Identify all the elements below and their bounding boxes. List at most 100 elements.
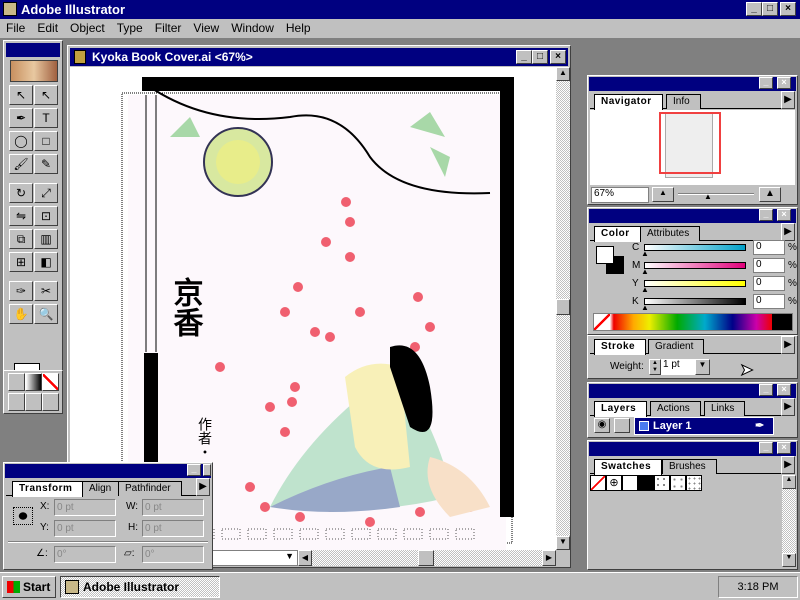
channel-value[interactable]: 0 bbox=[753, 276, 785, 291]
layer-row[interactable]: ◉ Layer 1 ✒ bbox=[590, 417, 780, 435]
selection-tool[interactable]: ↖ bbox=[9, 85, 33, 105]
zoom-slider-thumb[interactable]: ▲ bbox=[704, 192, 712, 201]
blend-tool[interactable]: ⧉ bbox=[9, 229, 33, 249]
weight-dropdown[interactable]: ▼ bbox=[695, 359, 710, 375]
shear-field[interactable]: 0° bbox=[142, 546, 204, 563]
tab-info[interactable]: Info bbox=[666, 94, 701, 109]
swatch-black[interactable] bbox=[638, 475, 654, 491]
tab-navigator[interactable]: Navigator bbox=[594, 94, 663, 110]
rotate-field[interactable]: 0° bbox=[54, 546, 116, 563]
panel-menu-arrow[interactable]: ▶ bbox=[781, 223, 795, 241]
panel-menu-arrow[interactable]: ▶ bbox=[196, 478, 210, 496]
tab-transform[interactable]: Transform bbox=[12, 481, 84, 497]
panel-close-button[interactable]: × bbox=[777, 384, 791, 396]
slider-thumb-icon[interactable]: ▲ bbox=[641, 267, 649, 276]
panel-minimize-button[interactable]: _ bbox=[759, 384, 773, 396]
navigator-view-box[interactable] bbox=[659, 112, 721, 174]
panel-minimize-button[interactable]: _ bbox=[759, 209, 773, 221]
zoom-out-button[interactable]: ▲ bbox=[652, 187, 674, 202]
tab-stroke[interactable]: Stroke bbox=[594, 339, 647, 355]
none-button[interactable] bbox=[42, 373, 59, 391]
direct-selection-tool[interactable]: ↖ bbox=[34, 85, 58, 105]
channel-slider[interactable] bbox=[644, 298, 746, 305]
gradient-tool[interactable]: ◧ bbox=[34, 252, 58, 272]
slider-thumb-icon[interactable]: ▲ bbox=[641, 285, 649, 294]
scroll-left-button[interactable]: ◀ bbox=[298, 550, 312, 566]
weight-stepper[interactable]: ▲ ▼ bbox=[649, 359, 661, 375]
gradient-mesh-tool[interactable]: ⊞ bbox=[9, 252, 33, 272]
rectangle-tool[interactable]: □ bbox=[34, 131, 58, 151]
color-spectrum[interactable] bbox=[593, 313, 793, 331]
fill-color-button[interactable] bbox=[8, 373, 25, 391]
doc-close-button[interactable]: × bbox=[550, 50, 566, 64]
panel-close-button[interactable]: × bbox=[777, 442, 791, 454]
panel-minimize-button[interactable]: _ bbox=[759, 442, 773, 454]
tab-pathfinder[interactable]: Pathfinder bbox=[118, 481, 182, 496]
panel-menu-arrow[interactable]: ▶ bbox=[781, 398, 795, 416]
screen-mode-normal[interactable] bbox=[8, 393, 25, 411]
none-color-icon[interactable] bbox=[594, 314, 610, 330]
eye-icon[interactable]: ◉ bbox=[594, 418, 610, 433]
zoom-slider[interactable]: ▲ bbox=[678, 192, 754, 201]
menu-file[interactable]: File bbox=[6, 21, 25, 35]
screen-mode-full-menu[interactable] bbox=[25, 393, 42, 411]
start-button[interactable]: Start bbox=[2, 576, 56, 598]
horizontal-scrollbar[interactable]: ◀ ▶ bbox=[298, 550, 556, 566]
swatch-pattern-1[interactable] bbox=[654, 475, 670, 491]
tab-layers[interactable]: Layers bbox=[594, 401, 648, 417]
slider-thumb-icon[interactable]: ▲ bbox=[641, 249, 649, 258]
channel-slider[interactable] bbox=[644, 244, 746, 251]
swatch-pattern-3[interactable] bbox=[686, 475, 702, 491]
fill-stroke-indicator[interactable] bbox=[596, 246, 626, 276]
eyedropper-tool[interactable]: ✑ bbox=[9, 281, 33, 301]
menu-edit[interactable]: Edit bbox=[37, 21, 58, 35]
graph-tool[interactable]: ▥ bbox=[34, 229, 58, 249]
x-field[interactable]: 0 pt bbox=[54, 499, 116, 516]
reflect-tool[interactable]: ⇋ bbox=[9, 206, 33, 226]
panel-minimize-button[interactable]: _ bbox=[187, 464, 201, 476]
scroll-right-button[interactable]: ▶ bbox=[542, 550, 556, 566]
navigator-preview[interactable] bbox=[590, 110, 795, 185]
tab-color[interactable]: Color bbox=[594, 226, 641, 242]
rotate-tool[interactable]: ↻ bbox=[9, 183, 33, 203]
tab-swatches[interactable]: Swatches bbox=[594, 459, 663, 475]
tab-attributes[interactable]: Attributes bbox=[640, 226, 701, 241]
h-field[interactable]: 0 pt bbox=[142, 520, 204, 537]
screen-mode-full[interactable] bbox=[42, 393, 59, 411]
panel-close-button[interactable]: × bbox=[777, 209, 791, 221]
scroll-down-button[interactable]: ▼ bbox=[556, 536, 570, 550]
maximize-button[interactable]: □ bbox=[762, 2, 778, 16]
tab-actions[interactable]: Actions bbox=[650, 401, 701, 416]
vertical-scroll-thumb[interactable] bbox=[556, 299, 570, 315]
adobe-flower-logo[interactable] bbox=[10, 60, 58, 82]
w-field[interactable]: 0 pt bbox=[142, 499, 204, 516]
paintbrush-tool[interactable]: 🖌 bbox=[9, 154, 33, 174]
menu-type[interactable]: Type bbox=[117, 21, 143, 35]
weight-field[interactable]: 1 pt bbox=[661, 359, 695, 375]
gradient-button[interactable] bbox=[25, 373, 42, 391]
channel-value[interactable]: 0 bbox=[753, 240, 785, 255]
free-transform-tool[interactable]: ⊡ bbox=[34, 206, 58, 226]
pencil-tool[interactable]: ✎ bbox=[34, 154, 58, 174]
tab-gradient[interactable]: Gradient bbox=[648, 339, 705, 354]
channel-value[interactable]: 0 bbox=[753, 258, 785, 273]
panel-menu-arrow[interactable]: ▶ bbox=[781, 336, 795, 354]
y-field[interactable]: 0 pt bbox=[54, 520, 116, 537]
menu-view[interactable]: View bbox=[193, 21, 219, 35]
channel-slider[interactable] bbox=[644, 262, 746, 269]
tab-align[interactable]: Align bbox=[82, 481, 123, 496]
channel-slider[interactable] bbox=[644, 280, 746, 287]
taskbar-item-illustrator[interactable]: Adobe Illustrator bbox=[60, 576, 220, 598]
close-button[interactable]: × bbox=[780, 2, 796, 16]
doc-maximize-button[interactable]: □ bbox=[532, 50, 548, 64]
panel-close-button[interactable] bbox=[203, 464, 211, 476]
menu-help[interactable]: Help bbox=[286, 21, 311, 35]
ellipse-tool[interactable]: ◯ bbox=[9, 131, 33, 151]
type-tool[interactable]: T bbox=[34, 108, 58, 128]
reference-point-icon[interactable] bbox=[13, 507, 33, 525]
doc-minimize-button[interactable]: _ bbox=[516, 50, 532, 64]
panel-menu-arrow[interactable]: ▶ bbox=[781, 456, 795, 474]
swatch-registration[interactable]: ⊕ bbox=[606, 475, 622, 491]
slider-thumb-icon[interactable]: ▲ bbox=[641, 303, 649, 312]
swatch-none[interactable] bbox=[590, 475, 606, 491]
